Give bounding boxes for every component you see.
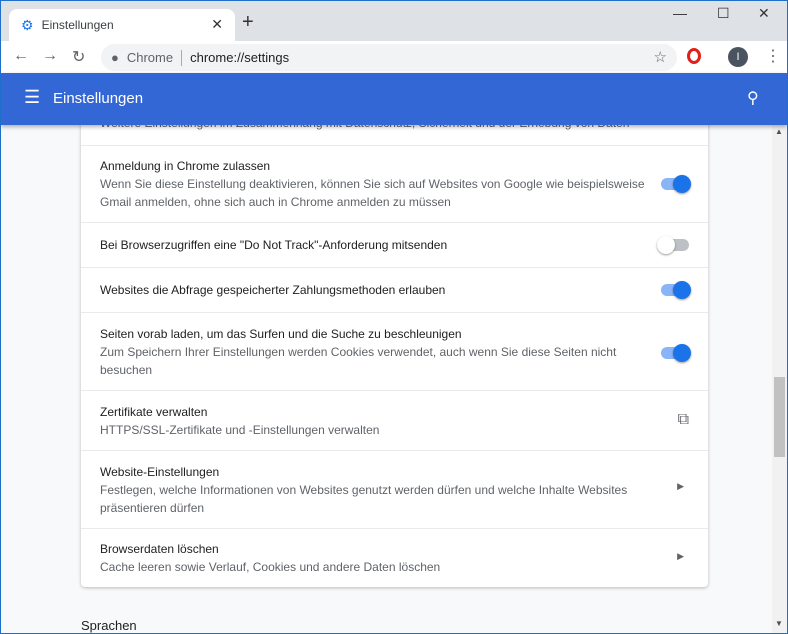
url-text[interactable]: chrome://settings	[190, 50, 289, 65]
scrollbar[interactable]: ▲ ▼	[772, 125, 787, 633]
chrome-icon: ●	[111, 50, 119, 65]
row-signin[interactable]: Anmeldung in Chrome zulassen Wenn Sie di…	[81, 145, 708, 222]
external-link-icon[interactable]: ⧉	[678, 411, 689, 429]
minimize-button[interactable]: —	[673, 5, 687, 21]
arrow-right-icon[interactable]: ▶	[677, 481, 684, 492]
page-title: Einstellungen	[53, 90, 144, 107]
tab-title: Einstellungen	[41, 18, 114, 32]
row-desc: HTTPS/SSL-Zertifikate und -Einstellungen…	[100, 422, 380, 437]
row-title: Websites die Abfrage gespeicherter Zahlu…	[100, 283, 446, 297]
toolbar: ← → ↻ ● Chrome chrome://settings ☆	[1, 41, 787, 74]
preload-toggle[interactable]	[661, 344, 691, 362]
close-window-button[interactable]: ✕	[758, 5, 770, 22]
payment-toggle[interactable]	[661, 281, 691, 299]
close-tab-icon[interactable]: ✕	[211, 16, 223, 33]
row-desc: Cache leeren sowie Verlauf, Cookies und …	[100, 560, 441, 574]
omnibox-label: Chrome	[126, 50, 174, 65]
row-dnt[interactable]: Bei Browserzugriffen eine "Do Not Track"…	[81, 222, 708, 267]
row-desc: Zum Speichern Ihrer Einstellungen werden…	[100, 344, 617, 377]
menu-dots-icon[interactable]: ⋮	[765, 46, 781, 66]
gear-icon: ⚙	[21, 16, 34, 33]
row-certificates[interactable]: Zertifikate verwalten HTTPS/SSL-Zertifik…	[81, 390, 708, 450]
row-desc: Wenn Sie diese Einstellung deaktivieren,…	[100, 177, 645, 209]
tab-strip: ⚙ Einstellungen ✕ + — ☐ ✕	[1, 1, 787, 41]
new-tab-button[interactable]: +	[242, 11, 254, 34]
settings-header: ☰ Einstellungen ⚲	[1, 73, 787, 125]
star-icon[interactable]: ☆	[654, 48, 667, 66]
address-bar[interactable]: ● Chrome chrome://settings ☆	[101, 44, 677, 71]
scrollbar-thumb[interactable]	[774, 377, 785, 457]
privacy-card: Weitere Einstellungen im Zusammenhang mi…	[81, 101, 708, 587]
row-title: Zertifikate verwalten	[100, 404, 208, 419]
row-clear-data[interactable]: Browserdaten löschen Cache leeren sowie …	[81, 528, 708, 587]
hamburger-icon[interactable]: ☰	[24, 87, 40, 108]
browser-window: ⚙ Einstellungen ✕ + — ☐ ✕ ← → ↻ ● Chrome…	[1, 1, 787, 633]
row-title: Anmeldung in Chrome zulassen	[100, 159, 271, 173]
row-title: Seiten vorab laden, um das Surfen und di…	[100, 326, 462, 341]
row-title: Browserdaten löschen	[100, 542, 219, 556]
signin-toggle[interactable]	[661, 175, 691, 193]
section-heading-languages: Sprachen	[81, 618, 137, 633]
row-title: Bei Browserzugriffen eine "Do Not Track"…	[100, 238, 448, 252]
back-icon[interactable]: ←	[13, 47, 29, 65]
row-site-settings[interactable]: Website-Einstellungen Festlegen, welche …	[81, 450, 708, 528]
divider	[181, 49, 183, 66]
maximize-button[interactable]: ☐	[717, 5, 730, 22]
row-desc: Festlegen, welche Informationen von Webs…	[100, 482, 628, 515]
search-icon[interactable]: ⚲	[747, 88, 759, 108]
scroll-down-icon[interactable]: ▼	[775, 619, 783, 628]
row-payment[interactable]: Websites die Abfrage gespeicherter Zahlu…	[81, 267, 708, 312]
tab-settings[interactable]: ⚙ Einstellungen ✕	[9, 9, 235, 41]
forward-icon[interactable]: →	[42, 47, 58, 65]
row-title: Website-Einstellungen	[100, 464, 220, 479]
opera-extension-icon[interactable]	[687, 48, 701, 64]
row-preload[interactable]: Seiten vorab laden, um das Surfen und di…	[81, 312, 708, 390]
dnt-toggle[interactable]	[657, 236, 689, 254]
arrow-right-icon[interactable]: ▶	[677, 551, 684, 562]
reload-icon[interactable]: ↻	[72, 47, 85, 67]
avatar[interactable]: I	[728, 47, 748, 67]
scroll-up-icon[interactable]: ▲	[775, 127, 783, 136]
